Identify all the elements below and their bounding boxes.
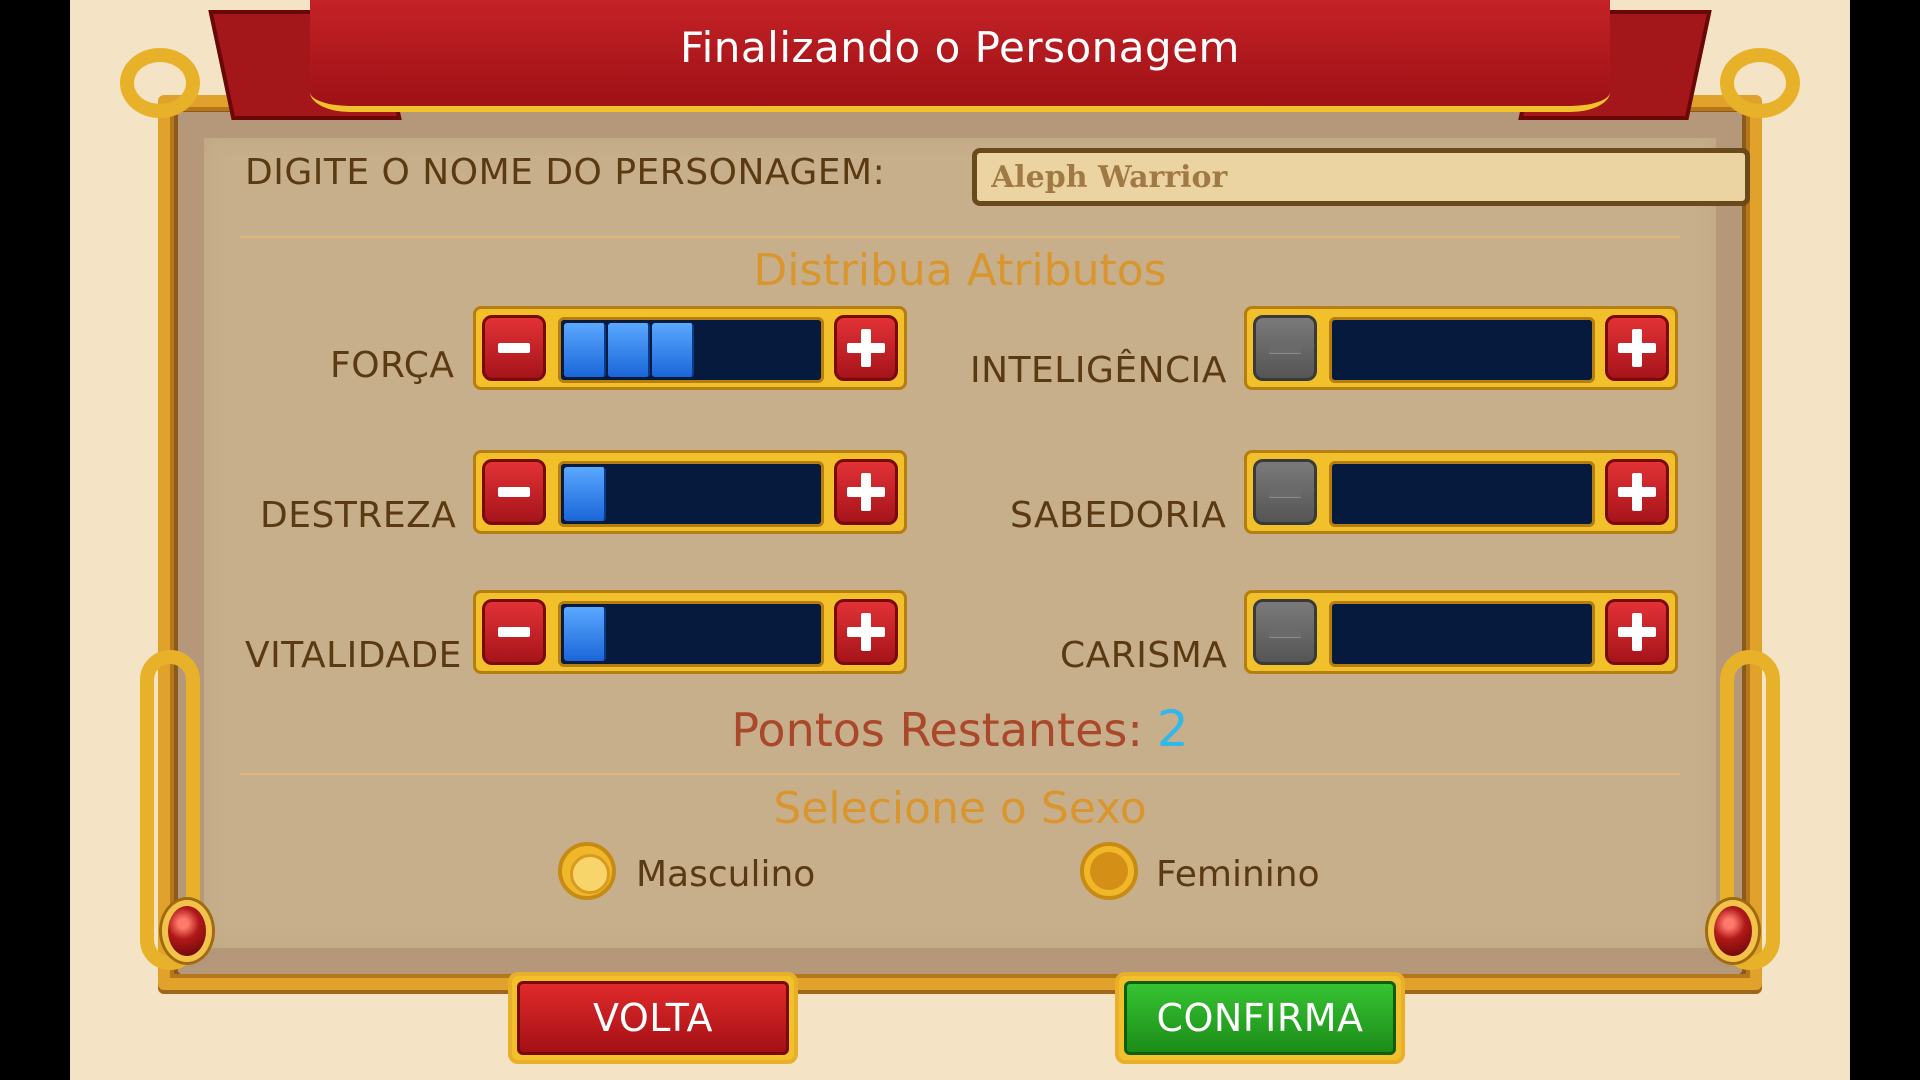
minus-icon bbox=[498, 487, 530, 497]
destreza-increase-button[interactable] bbox=[834, 459, 898, 525]
sex-female-label[interactable]: Feminino bbox=[1156, 854, 1320, 895]
back-button[interactable]: VOLTA bbox=[508, 972, 798, 1064]
divider-top bbox=[240, 236, 1680, 238]
minus-icon bbox=[498, 627, 530, 637]
confirm-button[interactable]: CONFIRMA bbox=[1115, 972, 1405, 1064]
sabedoria-label: SABEDORIA bbox=[1010, 495, 1227, 536]
carisma-control bbox=[1244, 590, 1678, 674]
sex-male-label[interactable]: Masculino bbox=[636, 854, 815, 895]
sabedoria-decrease-button[interactable] bbox=[1253, 459, 1317, 525]
divider-bottom bbox=[240, 773, 1680, 775]
inteligencia-bar bbox=[1329, 317, 1595, 383]
game-screen: Finalizando o Personagem DIGITE O NOME D… bbox=[70, 0, 1850, 1080]
sex-male-radio[interactable] bbox=[558, 842, 616, 900]
forca-bar bbox=[558, 317, 824, 383]
sabedoria-bar bbox=[1329, 461, 1595, 527]
minus-icon bbox=[1269, 627, 1301, 637]
carisma-decrease-button[interactable] bbox=[1253, 599, 1317, 665]
forca-increase-button[interactable] bbox=[834, 315, 898, 381]
remaining-points-label: Pontos Restantes: bbox=[731, 703, 1143, 757]
forca-decrease-button[interactable] bbox=[482, 315, 546, 381]
ruby-gem-right bbox=[1708, 900, 1758, 962]
title-banner: Finalizando o Personagem bbox=[310, 0, 1610, 112]
plus-icon bbox=[847, 473, 885, 511]
destreza-control bbox=[473, 450, 907, 534]
sex-title: Selecione o Sexo bbox=[773, 783, 1147, 834]
inteligencia-increase-button[interactable] bbox=[1605, 315, 1669, 381]
sabedoria-control bbox=[1244, 450, 1678, 534]
sex-female-radio[interactable] bbox=[1080, 842, 1138, 900]
inteligencia-label: INTELIGÊNCIA bbox=[970, 350, 1227, 391]
remaining-points-value: 2 bbox=[1156, 700, 1189, 758]
carisma-increase-button[interactable] bbox=[1605, 599, 1669, 665]
bar-segment bbox=[564, 607, 606, 661]
inteligencia-decrease-button[interactable] bbox=[1253, 315, 1317, 381]
ornament-top-left bbox=[120, 48, 200, 118]
destreza-label: DESTREZA bbox=[260, 495, 457, 536]
plus-icon bbox=[847, 329, 885, 367]
vitalidade-label: VITALIDADE bbox=[245, 635, 462, 676]
plus-icon bbox=[1618, 329, 1656, 367]
carisma-bar bbox=[1329, 601, 1595, 667]
destreza-bar bbox=[558, 461, 824, 527]
attributes-title: Distribua Atributos bbox=[753, 245, 1167, 296]
plus-icon bbox=[847, 613, 885, 651]
sabedoria-increase-button[interactable] bbox=[1605, 459, 1669, 525]
plus-icon bbox=[1618, 613, 1656, 651]
vitalidade-decrease-button[interactable] bbox=[482, 599, 546, 665]
bar-segment bbox=[564, 323, 606, 377]
forca-control bbox=[473, 306, 907, 390]
minus-icon bbox=[1269, 487, 1301, 497]
confirm-button-label: CONFIRMA bbox=[1124, 981, 1396, 1055]
minus-icon bbox=[1269, 343, 1301, 353]
ornament-top-right bbox=[1720, 48, 1800, 118]
forca-label: FORÇA bbox=[330, 345, 455, 386]
inteligencia-control bbox=[1244, 306, 1678, 390]
carisma-label: CARISMA bbox=[1060, 635, 1228, 676]
minus-icon bbox=[498, 343, 530, 353]
bar-segment bbox=[608, 323, 650, 377]
back-button-label: VOLTA bbox=[517, 981, 789, 1055]
destreza-decrease-button[interactable] bbox=[482, 459, 546, 525]
page-title: Finalizando o Personagem bbox=[680, 22, 1240, 72]
vitalidade-control bbox=[473, 590, 907, 674]
ruby-gem-left bbox=[162, 900, 212, 962]
vitalidade-increase-button[interactable] bbox=[834, 599, 898, 665]
plus-icon bbox=[1618, 473, 1656, 511]
parchment-panel bbox=[178, 112, 1742, 974]
vitalidade-bar bbox=[558, 601, 824, 667]
remaining-points: Pontos Restantes: 2 bbox=[70, 700, 1850, 758]
bar-segment bbox=[652, 323, 694, 377]
name-prompt-label: DIGITE O NOME DO PERSONAGEM: bbox=[245, 152, 886, 193]
character-name-input[interactable] bbox=[972, 148, 1750, 206]
bar-segment bbox=[564, 467, 606, 521]
